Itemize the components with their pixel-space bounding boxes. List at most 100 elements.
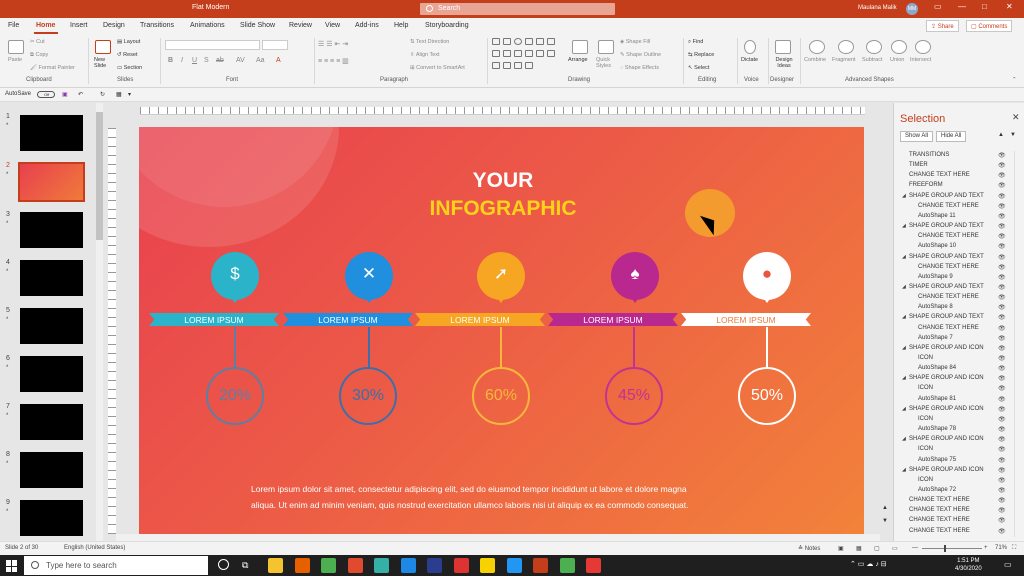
bold-button[interactable]: B [168, 57, 173, 64]
expand-triangle-icon[interactable]: ◢ [902, 284, 906, 290]
eye-icon[interactable]: 👁 [998, 264, 1006, 271]
shape-star-icon[interactable] [503, 62, 511, 69]
eye-icon[interactable]: 👁 [998, 426, 1006, 433]
font-name-input[interactable] [165, 40, 260, 50]
save-icon[interactable]: ▣ [62, 91, 68, 98]
eye-icon[interactable]: 👁 [998, 335, 1006, 342]
expand-triangle-icon[interactable]: ◢ [902, 223, 906, 229]
selection-item[interactable]: AutoShape 10 👁 [894, 242, 1010, 252]
shape-curve-icon[interactable] [525, 50, 533, 57]
selection-scrollbar[interactable] [1014, 151, 1022, 537]
selection-item[interactable]: ◢ SHAPE GROUP AND ICON 👁 [894, 466, 1010, 476]
design-ideas-icon[interactable] [775, 40, 791, 54]
expand-triangle-icon[interactable]: ◢ [902, 375, 906, 381]
taskbar-app-icon[interactable] [268, 558, 283, 573]
taskbar-app-icon[interactable] [374, 558, 389, 573]
eye-icon[interactable]: 👁 [998, 406, 1006, 413]
percent-ring-1[interactable]: 20% [206, 367, 264, 425]
shape-callout-icon[interactable] [536, 50, 544, 57]
selection-item[interactable]: TIMER 👁 [894, 161, 1010, 171]
thumbnails-scroll-thumb[interactable] [96, 112, 103, 240]
italic-button[interactable]: I [181, 57, 183, 64]
union-icon[interactable] [891, 40, 907, 54]
percent-ring-2[interactable]: 30% [339, 367, 397, 425]
ribbon-label-4[interactable]: LOREM IPSUM [548, 315, 678, 325]
expand-triangle-icon[interactable]: ◢ [902, 345, 906, 351]
percent-ring-5[interactable]: 50% [738, 367, 796, 425]
quick-styles-icon[interactable] [598, 40, 614, 54]
section-button[interactable]: ▭ Section [117, 65, 142, 71]
selection-item[interactable]: CHANGE TEXT HERE 👁 [894, 516, 1010, 526]
icon-pin-5[interactable]: ● [743, 252, 791, 303]
zoom-out-icon[interactable]: — [912, 545, 918, 551]
slide-thumbnail-1[interactable] [20, 115, 83, 151]
slide-sorter-icon[interactable]: ▦ [856, 545, 862, 552]
share-button[interactable]: ⇪ Share [926, 20, 959, 32]
eye-icon[interactable]: 👁 [998, 203, 1006, 210]
eye-icon[interactable]: 👁 [998, 243, 1006, 250]
format-painter-button[interactable]: 🖌 Format Painter [30, 65, 75, 71]
search-box[interactable]: Search [420, 3, 615, 15]
underline-button[interactable]: U [192, 57, 197, 64]
slide-thumbnail-7[interactable] [20, 404, 83, 440]
text-direction-button[interactable]: ⇅ Text Direction [410, 39, 449, 45]
zoom-slider[interactable] [922, 548, 982, 549]
align-buttons[interactable]: ≡ ≡ ≡ ≡ ▥ [318, 57, 349, 65]
selection-item[interactable]: CHANGE TEXT HERE 👁 [894, 324, 1010, 334]
eye-icon[interactable]: 👁 [998, 274, 1006, 281]
slide-thumbnail-9[interactable] [20, 500, 83, 536]
taskbar-app-icon[interactable] [427, 558, 442, 573]
canvas-scrollbar[interactable] [116, 534, 880, 541]
eye-icon[interactable]: 👁 [998, 254, 1006, 261]
normal-view-icon[interactable]: ▣ [838, 545, 844, 552]
slide-thumbnail-3[interactable] [20, 212, 83, 248]
selection-item[interactable]: ◢ SHAPE GROUP AND ICON 👁 [894, 435, 1010, 445]
icon-pin-1[interactable]: $ [211, 252, 259, 303]
taskbar-search[interactable]: Type here to search [24, 556, 208, 575]
notification-icon[interactable]: ▭ [1004, 560, 1012, 569]
selection-item[interactable]: AutoShape 8 👁 [894, 303, 1010, 313]
eye-icon[interactable]: 👁 [998, 436, 1006, 443]
show-all-button[interactable]: Show All [900, 131, 934, 142]
taskbar-app-icon[interactable] [321, 558, 336, 573]
tab-view[interactable]: View [325, 22, 340, 29]
bullets-button[interactable]: ☰ ☰ ⇤ ⇥ [318, 40, 348, 48]
eye-icon[interactable]: 👁 [998, 304, 1006, 311]
avatar[interactable]: MM [906, 3, 918, 15]
autosave-toggle[interactable]: Off [37, 91, 55, 98]
expand-triangle-icon[interactable]: ◢ [902, 254, 906, 260]
fit-slide-icon[interactable]: ⛶ [1012, 545, 1016, 552]
strikethrough-button[interactable]: ab [216, 57, 224, 64]
zoom-level[interactable]: 71% [995, 545, 1007, 551]
intersect-icon[interactable] [915, 40, 931, 54]
maximize-icon[interactable]: □ [982, 2, 987, 11]
shape-outline-button[interactable]: ✎ Shape Outline [620, 52, 661, 58]
ribbon-display-icon[interactable]: ▭ [934, 2, 942, 11]
system-tray-icons[interactable]: ⌃ ▭ ☁ ♪ ⊟ [850, 560, 887, 568]
find-button[interactable]: ⌕ Find [688, 39, 703, 46]
subtract-icon[interactable] [866, 40, 882, 54]
selection-item[interactable]: CHANGE TEXT HERE 👁 [894, 527, 1010, 537]
reset-button[interactable]: ↺ Reset [117, 52, 138, 58]
design-ideas-button[interactable]: Design Ideas [772, 57, 796, 69]
combine-button[interactable]: Combine [804, 57, 826, 63]
notes-button[interactable]: ≙ Notes [798, 545, 820, 552]
fragment-button[interactable]: Fragment [832, 57, 856, 63]
selection-item[interactable]: ◢ SHAPE GROUP AND ICON 👁 [894, 374, 1010, 384]
cortana-icon[interactable] [218, 559, 229, 570]
tab-add-ins[interactable]: Add-ins [355, 22, 379, 29]
selection-item[interactable]: CHANGE TEXT HERE 👁 [894, 506, 1010, 516]
selection-item[interactable]: ◢ SHAPE GROUP AND TEXT 👁 [894, 222, 1010, 232]
shape-fill-button[interactable]: ◈ Shape Fill [620, 39, 650, 45]
new-slide-icon[interactable] [95, 40, 111, 54]
selection-item[interactable]: ◢ SHAPE GROUP AND TEXT 👁 [894, 192, 1010, 202]
hide-all-button[interactable]: Hide All [936, 131, 967, 142]
slide-canvas[interactable]: YOUR INFOGRAPHIC $ LOREM IPSUM 20% ✕ LOR… [139, 127, 864, 534]
font-size-input[interactable] [262, 40, 288, 50]
slide-thumbnail-2[interactable] [18, 162, 85, 202]
arrange-button[interactable]: Arrange [568, 57, 588, 63]
slide-thumbnail-4[interactable] [20, 260, 83, 296]
selection-item[interactable]: AutoShape 7 👁 [894, 334, 1010, 344]
tab-animations[interactable]: Animations [190, 22, 225, 29]
eye-icon[interactable]: 👁 [998, 487, 1006, 494]
